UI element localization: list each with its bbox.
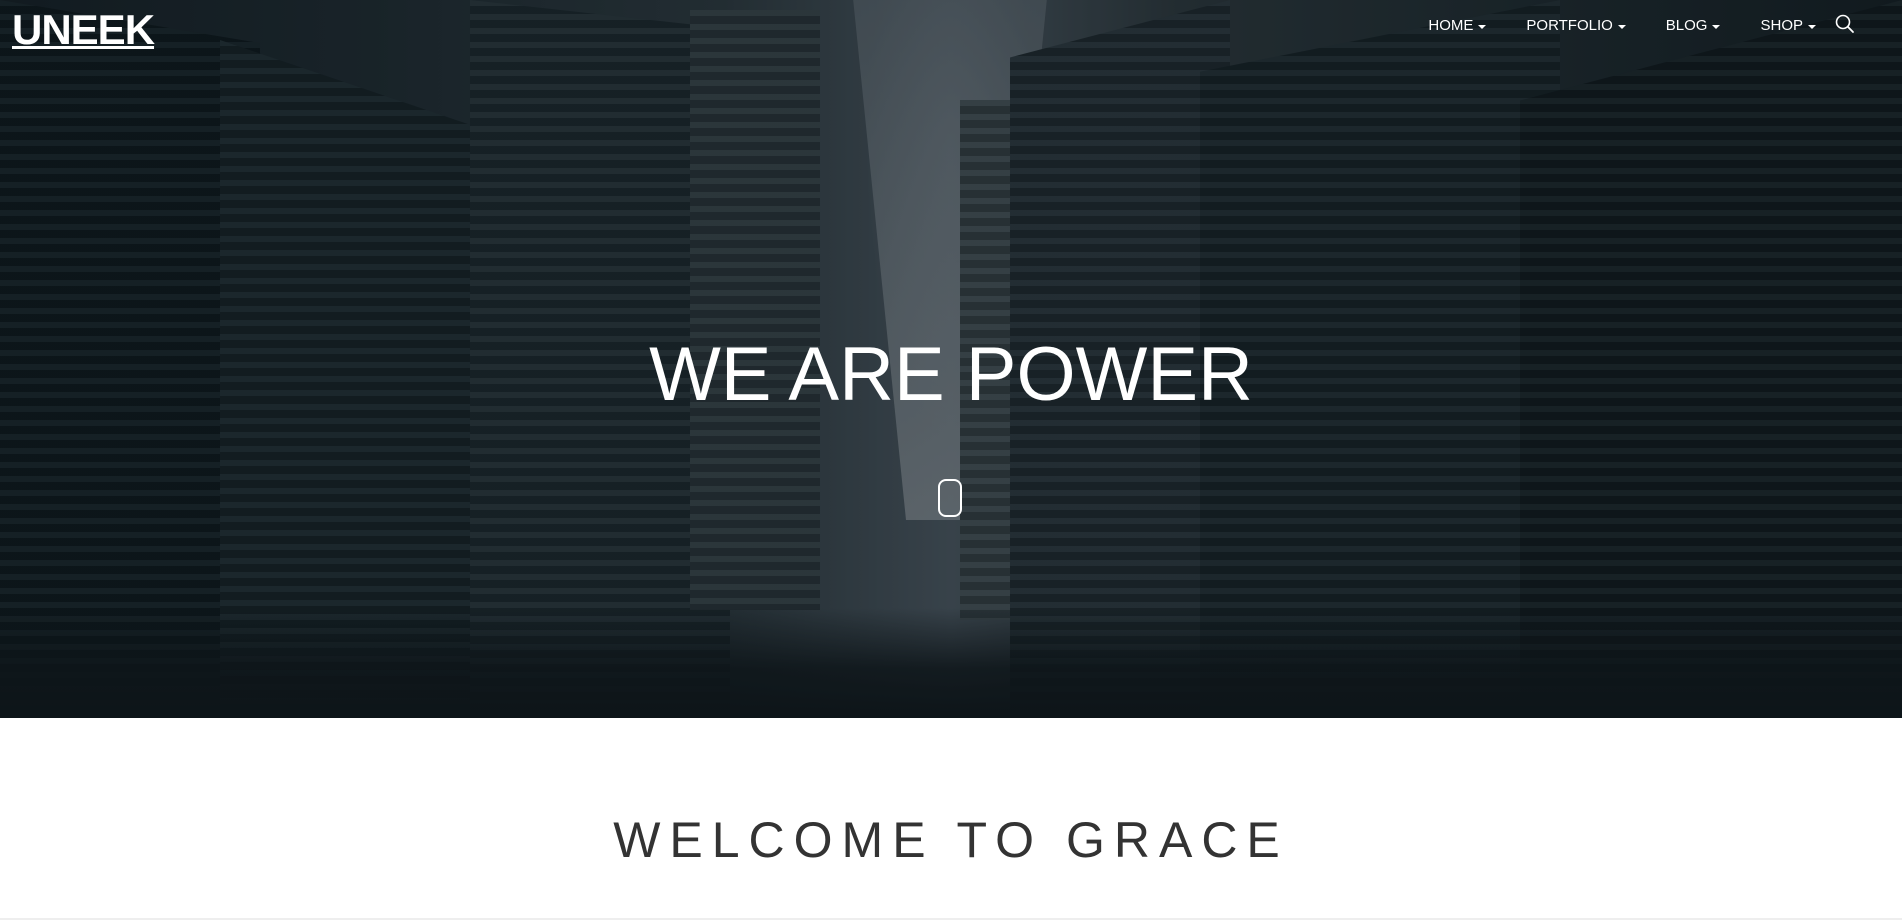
nav-item-portfolio[interactable]: PORTFOLIO — [1526, 17, 1626, 34]
nav-item-label: SHOP — [1760, 17, 1803, 34]
hero-section: UNEEK HOME PORTFOLIO BLOG SHOP WE ARE PO… — [0, 0, 1902, 718]
main-nav: HOME PORTFOLIO BLOG SHOP — [1388, 17, 1816, 34]
caret-down-icon — [1617, 24, 1626, 29]
nav-item-label: HOME — [1428, 17, 1474, 34]
caret-down-icon — [1808, 24, 1816, 29]
welcome-title: WELCOME TO GRACE — [613, 812, 1289, 868]
search-icon[interactable] — [1834, 13, 1856, 35]
caret-down-icon — [1712, 24, 1721, 29]
nav-item-label: BLOG — [1665, 17, 1708, 34]
hero-title: WE ARE POWER — [649, 332, 1253, 417]
nav-item-label: PORTFOLIO — [1526, 17, 1613, 34]
caret-down-icon — [1478, 24, 1487, 29]
nav-item-shop[interactable]: SHOP — [1760, 17, 1816, 34]
site-logo[interactable]: UNEEK — [12, 6, 155, 54]
mouse-scroll-icon[interactable] — [938, 479, 962, 517]
top-navigation-bar: UNEEK HOME PORTFOLIO BLOG SHOP — [0, 0, 1902, 56]
nav-item-home[interactable]: HOME — [1428, 17, 1487, 34]
nav-item-blog[interactable]: BLOG — [1666, 17, 1721, 34]
welcome-section: WELCOME TO GRACE — [0, 718, 1902, 920]
